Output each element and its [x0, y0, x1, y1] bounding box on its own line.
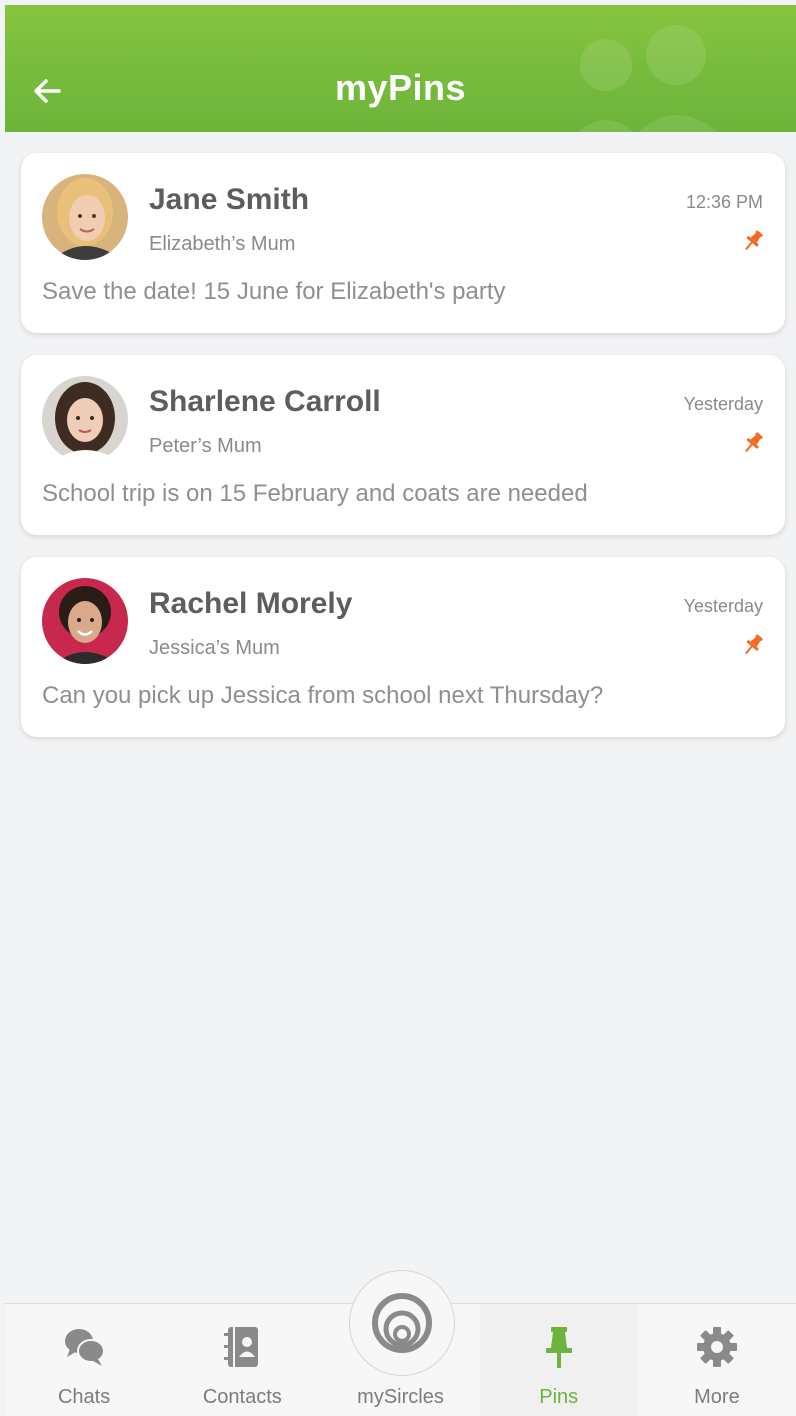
tab-chats[interactable]: Chats	[5, 1304, 163, 1416]
message-time: Yesterday	[683, 596, 763, 616]
sircles-logo-icon	[372, 1293, 432, 1353]
pin-icon	[545, 1327, 572, 1368]
contact-relation: Peter’s Mum	[149, 435, 262, 457]
tab-label: Chats	[57, 1386, 111, 1408]
pinned-message-card[interactable]: Jane Smith Elizabeth’s Mum 12:36 PM Save…	[21, 153, 785, 333]
app-header: myPins	[5, 5, 796, 132]
avatar[interactable]	[42, 174, 128, 260]
contact-relation: Elizabeth’s Mum	[149, 233, 296, 255]
mysircles-button[interactable]	[349, 1270, 455, 1376]
pinned-messages-list: Jane Smith Elizabeth’s Mum 12:36 PM Save…	[21, 153, 785, 759]
tab-label: More	[694, 1386, 740, 1408]
message-preview: Save the date! 15 June for Elizabeth's p…	[42, 278, 506, 305]
message-time: Yesterday	[683, 394, 763, 414]
tab-contacts[interactable]: Contacts	[163, 1304, 321, 1416]
message-preview: Can you pick up Jessica from school next…	[42, 682, 604, 709]
address-book-icon	[224, 1327, 259, 1367]
pinned-message-card[interactable]: Rachel Morely Jessica’s Mum Yesterday Ca…	[21, 557, 785, 737]
message-time: 12:36 PM	[685, 192, 763, 212]
tab-label: Contacts	[202, 1386, 282, 1408]
pin-icon[interactable]	[740, 430, 766, 456]
contact-name: Sharlene Carroll	[149, 385, 381, 418]
contact-relation: Jessica’s Mum	[149, 637, 280, 659]
tab-label: Pins	[539, 1386, 579, 1408]
pin-icon[interactable]	[740, 228, 766, 254]
chat-bubbles-icon	[65, 1329, 106, 1366]
page-title: myPins	[334, 67, 467, 108]
pinned-message-card[interactable]: Sharlene Carroll Peter’s Mum Yesterday S…	[21, 355, 785, 535]
message-preview: School trip is on 15 February and coats …	[42, 480, 588, 507]
gear-icon	[696, 1327, 737, 1367]
avatar[interactable]	[42, 376, 128, 462]
avatar[interactable]	[42, 578, 128, 664]
tab-label: mySircles	[357, 1386, 444, 1408]
contact-name: Jane Smith	[149, 183, 310, 216]
pin-icon[interactable]	[740, 632, 766, 658]
tab-pins[interactable]: Pins	[479, 1304, 638, 1416]
tab-more[interactable]: More	[638, 1304, 796, 1416]
contact-name: Rachel Morely	[149, 587, 353, 620]
